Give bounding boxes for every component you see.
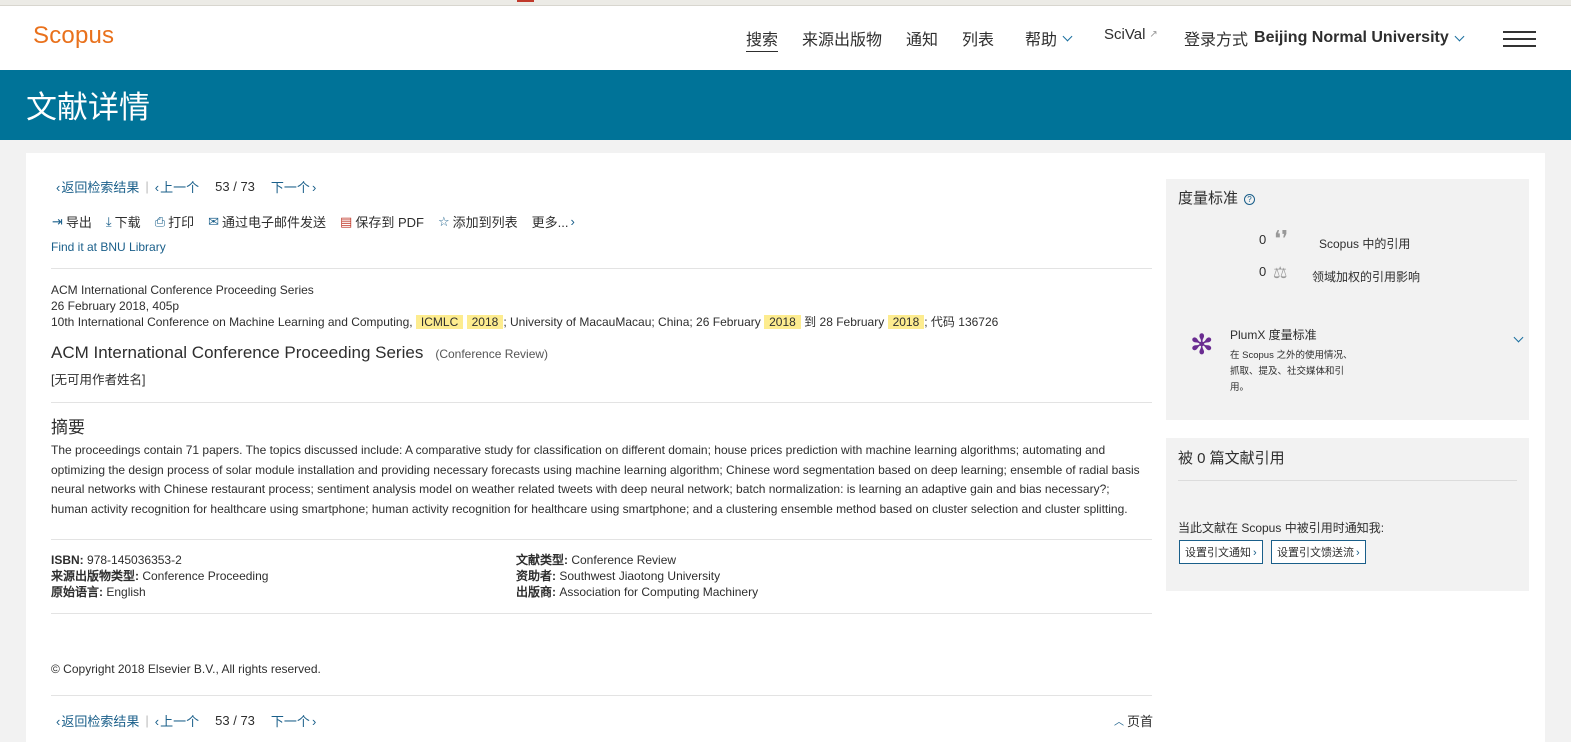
nav-sources[interactable]: 来源出版物: [802, 26, 882, 50]
source-date-pages: 26 February 2018, 405p: [51, 299, 180, 313]
document-title: ACM International Conference Proceeding …: [51, 343, 549, 362]
previous-link[interactable]: 上一个: [155, 177, 199, 196]
highlight-term: ICMLC: [415, 315, 464, 329]
source-type-row: 来源出版物类型: Conference Proceeding: [51, 569, 269, 583]
document-type-tag: (Conference Review): [435, 347, 549, 361]
nav-scival[interactable]: SciVal ↗: [1104, 26, 1158, 43]
plumx-icon: ✻: [1190, 329, 1214, 360]
chevron-down-icon: [1454, 31, 1465, 41]
external-link-icon: ↗: [1149, 29, 1158, 40]
institution-name: Beijing Normal University: [1254, 29, 1449, 46]
highlight-term: 2018: [466, 315, 504, 329]
cited-by-heading: 被 0 篇文献引用: [1178, 450, 1285, 467]
export-button[interactable]: ⇥ 导出: [52, 212, 92, 231]
next-link[interactable]: 下一个: [271, 711, 316, 730]
divider: [51, 695, 1152, 696]
divider: [1178, 480, 1517, 481]
download-icon: ⤓: [105, 213, 112, 229]
divider: [51, 613, 1152, 614]
divider: |: [145, 179, 149, 194]
divider: [51, 402, 1152, 403]
login-prefix: 登录方式: [1184, 32, 1249, 49]
page-title: 文献详情: [26, 90, 150, 125]
copyright: © Copyright 2018 Elsevier B.V., All righ…: [51, 662, 321, 676]
back-to-results-link[interactable]: 返回检索结果: [56, 711, 139, 730]
more-button[interactable]: 更多...: [532, 212, 575, 231]
fwci-label[interactable]: 领域加权的引用影响: [1312, 268, 1420, 285]
nav-search[interactable]: 搜索: [746, 26, 779, 52]
library-link[interactable]: Find it at BNU Library: [51, 240, 166, 254]
download-button[interactable]: ⤓ 下载: [106, 212, 141, 231]
sponsor-row: 资助者: Southwest Jiaotong University: [516, 569, 721, 583]
authors: [无可用作者姓名]: [51, 373, 146, 387]
fwci-value: 0: [1259, 264, 1267, 279]
highlight-term: 2018: [887, 315, 925, 329]
envelope-icon: ✉: [208, 213, 220, 229]
chevron-up-icon: ︿: [1114, 717, 1124, 728]
nav-help[interactable]: 帮助: [1025, 26, 1073, 50]
result-counter: 53 / 73: [215, 713, 255, 728]
quote-icon: ❛❜: [1274, 227, 1289, 252]
browser-tab-indicator: [517, 0, 534, 2]
page-banner: 文献详情: [0, 70, 1571, 140]
document-toolbar: ⇥ 导出 ⤓ 下载 ⎙ 打印 ✉ 通过电子邮件发送 ▤ 保存到 PDF ☆ 添加到列表 更多…: [52, 212, 589, 231]
metrics-heading: 度量标准?: [1178, 187, 1256, 208]
next-link[interactable]: 下一个: [271, 177, 316, 196]
result-navigation-bottom: 返回检索结果 | 上一个 53 / 73 下一个: [56, 711, 316, 730]
citations-label[interactable]: Scopus 中的引用: [1319, 235, 1410, 252]
printer-icon: ⎙: [154, 213, 166, 229]
chevron-down-icon: [1062, 31, 1073, 41]
metadata-left: ISBN: 978-145036353-2 来源出版物类型: Conferenc…: [51, 552, 268, 600]
back-to-results-link[interactable]: 返回检索结果: [56, 177, 139, 196]
metadata-right: 文献类型: Conference Review 资助者: Southwest J…: [516, 552, 758, 600]
plumx-title[interactable]: PlumX 度量标准: [1230, 326, 1317, 343]
nav-login[interactable]: 登录方式 Beijing Normal University: [1184, 26, 1465, 50]
menu-icon[interactable]: [1503, 31, 1536, 47]
conference-info: 10th International Conference on Machine…: [51, 315, 999, 329]
nav-help-label: 帮助: [1025, 32, 1058, 49]
scopus-logo[interactable]: Scopus: [33, 22, 114, 50]
highlight-term: 2018: [764, 315, 801, 329]
publisher-row: 出版商: Association for Computing Machinery: [516, 585, 759, 599]
result-navigation-top: 返回检索结果 | 上一个 53 / 73 下一个: [56, 177, 316, 196]
nav-lists[interactable]: 列表: [962, 26, 994, 50]
scale-icon: ⚖: [1273, 265, 1288, 282]
divider: [51, 539, 1152, 540]
abstract-heading: 摘要: [51, 418, 85, 437]
plumx-description: 在 Scopus 之外的使用情况、 抓取、提及、社交媒体和引 用。: [1230, 350, 1353, 393]
language-row: 原始语言: English: [51, 585, 146, 599]
plumx-expand-button[interactable]: [1508, 330, 1524, 348]
isbn-row: ISBN: 978-145036353-2: [51, 553, 182, 567]
cited-by-panel: 被 0 篇文献引用 当此文献在 Scopus 中被引用时通知我: 设置引文通知 …: [1166, 438, 1529, 591]
result-counter: 53 / 73: [215, 179, 255, 194]
export-icon: ⇥: [52, 213, 63, 229]
save-pdf-button[interactable]: ▤ 保存到 PDF: [340, 212, 424, 231]
pdf-icon: ▤: [340, 213, 353, 229]
set-citation-feed-button[interactable]: 设置引文馈送流: [1271, 540, 1366, 564]
citations-count: 0: [1259, 232, 1267, 247]
chevron-down-icon: [1513, 332, 1524, 343]
help-icon[interactable]: ?: [1244, 193, 1256, 205]
back-to-top-link[interactable]: ︿ 页首: [1114, 711, 1153, 730]
doc-type-row: 文献类型: Conference Review: [516, 553, 677, 567]
notify-text: 当此文献在 Scopus 中被引用时通知我:: [1178, 521, 1385, 535]
main-content: 返回检索结果 | 上一个 53 / 73 下一个 ⇥导出 ⤓下载 ⎙打印 ✉通过…: [26, 153, 1545, 742]
add-to-list-button[interactable]: ☆ 添加到列表: [438, 212, 518, 231]
star-icon: ☆: [437, 213, 450, 229]
email-button[interactable]: ✉ 通过电子邮件发送: [208, 212, 326, 231]
abstract-text: The proceedings contain 71 papers. The t…: [51, 443, 1140, 516]
divider: [51, 268, 1152, 269]
divider: |: [145, 713, 149, 728]
set-citation-alert-button[interactable]: 设置引文通知: [1179, 540, 1263, 564]
site-header: Scopus 搜索 来源出版物 通知 列表 帮助 SciVal ↗ 登录方式 Bei…: [0, 6, 1571, 70]
nav-scival-label: SciVal: [1104, 26, 1146, 43]
nav-alerts[interactable]: 通知: [906, 26, 938, 50]
source-series: ACM International Conference Proceeding …: [51, 283, 314, 297]
metrics-panel: 度量标准? 0 ❛❜ Scopus 中的引用 0 ⚖ 领域加权的引用影响 ✻ P…: [1166, 179, 1529, 420]
print-button[interactable]: ⎙ 打印: [155, 212, 194, 231]
previous-link[interactable]: 上一个: [155, 711, 199, 730]
